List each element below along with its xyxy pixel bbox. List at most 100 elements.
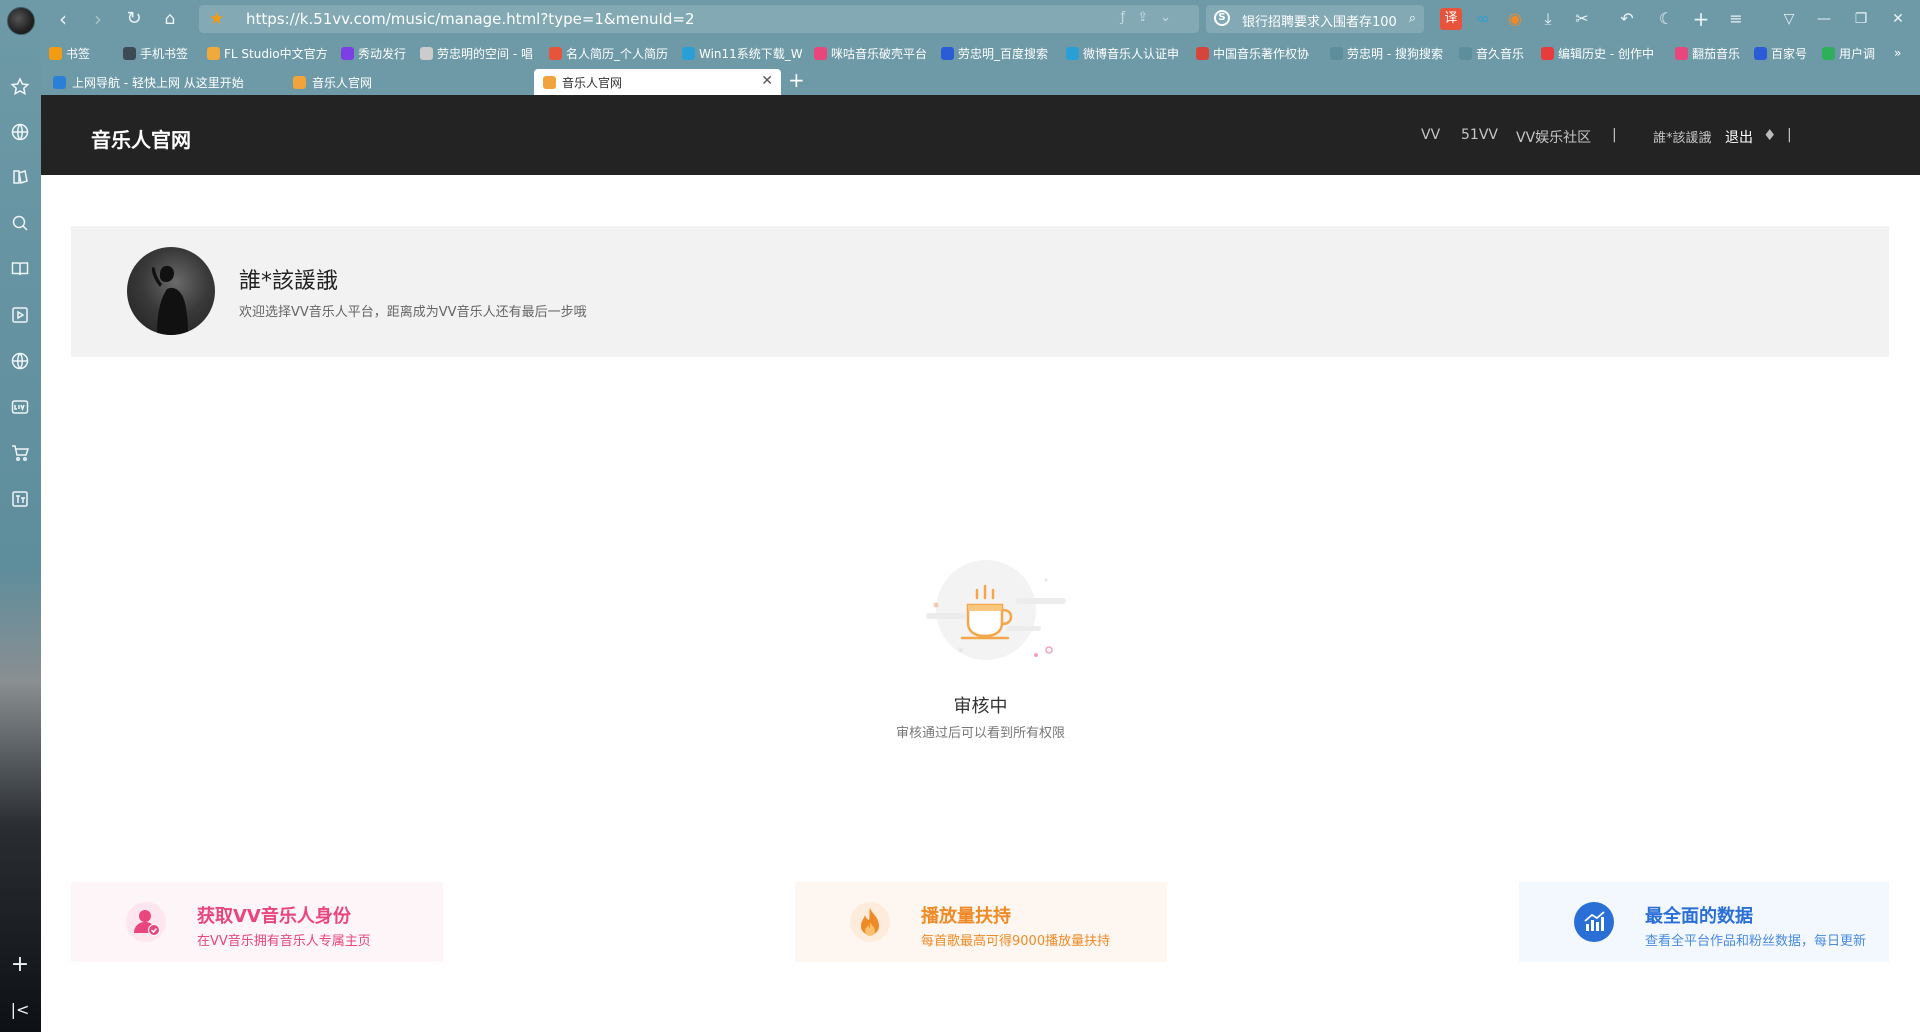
feature-title: 最全面的数据 xyxy=(1645,906,1753,927)
bookmark-label: 手机书签 xyxy=(140,46,189,61)
bookmark-favicon-icon xyxy=(814,46,827,60)
bookmark-label: 名人简历_个人简历 xyxy=(566,46,669,61)
bookmark-item[interactable]: 微博音乐人认证申 xyxy=(1066,44,1179,62)
url-text[interactable]: https://k.51vv.com/music/manage.html?typ… xyxy=(246,10,695,28)
add-icon[interactable]: + xyxy=(9,954,31,976)
back-icon[interactable]: ‹ xyxy=(50,6,76,32)
bookmark-item[interactable]: 用户调 xyxy=(1822,44,1875,62)
skin-icon[interactable]: ▽ xyxy=(1778,8,1800,30)
bookmark-favicon-icon xyxy=(207,46,220,60)
feature-subtitle: 每首歌最高可得9000播放量扶持 xyxy=(921,934,1111,949)
collapse-sidebar-icon[interactable]: |< xyxy=(9,999,31,1021)
minimize-icon[interactable]: — xyxy=(1813,8,1835,30)
nav-link-51vv[interactable]: 51VV xyxy=(1461,127,1498,143)
live-icon[interactable] xyxy=(9,397,31,419)
browser-user-avatar[interactable] xyxy=(7,7,35,35)
bookmark-item[interactable]: 音久音乐 xyxy=(1459,44,1524,62)
bookmark-item[interactable]: Win11系统下载_W xyxy=(682,44,803,62)
close-window-icon[interactable]: ✕ xyxy=(1887,8,1909,30)
browser-tab[interactable]: 音乐人官网 ✕ xyxy=(534,69,781,95)
address-bar[interactable]: ★ https://k.51vv.com/music/manage.html?t… xyxy=(199,5,1199,33)
search-text[interactable]: 银行招聘要求入围者存100 xyxy=(1242,11,1397,30)
game-controller-icon[interactable]: ◉ xyxy=(1504,8,1526,30)
video-icon[interactable] xyxy=(9,305,31,327)
download-icon[interactable]: ⤓ xyxy=(1537,8,1559,30)
forward-icon[interactable]: › xyxy=(85,6,111,32)
address-bar-tools-icon[interactable]: ƒ⇪⌄ xyxy=(1121,10,1183,25)
translate-icon[interactable]: 译 xyxy=(1440,8,1462,30)
feature-subtitle: 在VV音乐拥有音乐人专属主页 xyxy=(197,934,371,949)
globe-icon[interactable] xyxy=(9,122,31,144)
bookmark-favicon-icon xyxy=(1330,46,1343,60)
extension-icon[interactable]: ∞ xyxy=(1472,8,1494,30)
diamond-icon[interactable]: ♦ xyxy=(1763,126,1776,144)
star-icon[interactable] xyxy=(9,77,31,99)
nav-link-community[interactable]: VV娱乐社区 xyxy=(1516,127,1591,147)
scissors-icon[interactable]: ✂ xyxy=(1571,8,1593,30)
search-box[interactable]: S 银行招聘要求入围者存100 ⌕ xyxy=(1206,5,1424,33)
translate-icon[interactable] xyxy=(9,489,31,511)
bookmark-item[interactable]: 秀动发行 xyxy=(341,44,406,62)
night-mode-icon[interactable]: ☾ xyxy=(1655,8,1677,30)
user-badge-icon xyxy=(126,902,166,942)
header-username[interactable]: 誰*該諼誐 xyxy=(1653,127,1712,146)
cart-icon[interactable] xyxy=(9,443,31,465)
bookmark-favicon-icon xyxy=(49,46,62,60)
globe-icon[interactable] xyxy=(9,351,31,373)
status-subtitle: 审核通过后可以看到所有权限 xyxy=(895,726,1065,741)
nav-link-vv[interactable]: VV xyxy=(1421,127,1440,143)
menu-icon[interactable]: ≡ xyxy=(1725,8,1747,30)
bookmark-item[interactable]: 劳忠明_百度搜索 xyxy=(941,44,1048,62)
bookmark-label: 微博音乐人认证申 xyxy=(1083,46,1180,61)
bookmark-label: 翻茄音乐 xyxy=(1692,46,1741,61)
coffee-cup-icon xyxy=(906,550,1076,670)
bookmark-favicon-icon xyxy=(1066,46,1079,60)
bookmark-label: 书签 xyxy=(66,46,91,61)
browser-tab[interactable]: 音乐人官网 xyxy=(284,69,524,95)
feature-card-play-support[interactable]: 播放量扶持 每首歌最高可得9000播放量扶持 xyxy=(795,882,1167,962)
bookmark-favicon-icon xyxy=(1196,46,1209,60)
bookmark-item[interactable]: 劳忠明 - 搜狗搜索 xyxy=(1330,44,1443,62)
bookmark-item[interactable]: 书签 xyxy=(49,44,90,62)
search-engine-icon[interactable]: S xyxy=(1214,10,1230,26)
new-tab-button[interactable]: + xyxy=(788,70,805,90)
bookmark-label: 劳忠明_百度搜索 xyxy=(958,46,1049,61)
feature-card-identity[interactable]: 获取VV音乐人身份 在VV音乐拥有音乐人专属主页 xyxy=(71,882,443,962)
search-icon[interactable]: ⌕ xyxy=(1409,11,1416,26)
bookmark-favicon-icon xyxy=(1822,46,1835,60)
site-header: 音乐人官网 VV 51VV VV娱乐社区 | 誰*該諼誐 退出 ♦ | xyxy=(41,95,1920,175)
bookmark-item[interactable]: 名人简历_个人简历 xyxy=(549,44,668,62)
refresh-icon[interactable]: ↻ xyxy=(121,6,147,32)
bookmark-label: 百家号 xyxy=(1771,46,1808,61)
bookmark-item[interactable]: 翻茄音乐 xyxy=(1675,44,1740,62)
new-tab-icon[interactable]: + xyxy=(1690,8,1712,30)
bookmark-favicon-icon xyxy=(941,46,954,60)
bookmark-item[interactable]: 中国音乐著作权协 xyxy=(1196,44,1309,62)
bookmark-item[interactable]: 编辑历史 - 创作中 xyxy=(1541,44,1654,62)
bookmark-favicon-icon xyxy=(1541,46,1554,60)
logout-link[interactable]: 退出 xyxy=(1725,127,1753,147)
browser-tab[interactable]: 上网导航 - 轻快上网 从这里开始 xyxy=(44,69,284,95)
bookmark-favicon-icon xyxy=(549,46,562,60)
undo-icon[interactable]: ↶ xyxy=(1616,8,1638,30)
bookmark-item[interactable]: 劳忠明的空间 - 唱 xyxy=(420,44,533,62)
bookmark-label: 中国音乐著作权协 xyxy=(1213,46,1310,61)
site-title[interactable]: 音乐人官网 xyxy=(91,124,191,153)
bookmark-star-icon[interactable]: ★ xyxy=(209,9,224,29)
home-icon[interactable]: ⌂ xyxy=(157,6,183,32)
bookmark-favicon-icon xyxy=(1754,46,1767,60)
bookmark-favicon-icon xyxy=(420,46,433,60)
search-icon[interactable] xyxy=(9,213,31,235)
book-icon[interactable] xyxy=(9,259,31,281)
feature-card-data[interactable]: 最全面的数据 查看全平台作品和粉丝数据，每日更新 xyxy=(1519,882,1889,962)
bookmarks-overflow-icon[interactable]: » xyxy=(1894,44,1901,62)
profile-name: 誰*該諼誐 xyxy=(239,269,339,294)
bookmark-item[interactable]: 手机书签 xyxy=(123,44,188,62)
bookmark-item[interactable]: FL Studio中文官方 xyxy=(207,44,328,62)
bookmark-item[interactable]: 百家号 xyxy=(1754,44,1807,62)
bookmark-favicon-icon xyxy=(682,46,695,60)
restore-icon[interactable]: ❐ xyxy=(1850,8,1872,30)
bookmark-item[interactable]: 咪咕音乐破壳平台 xyxy=(814,44,927,62)
close-tab-icon[interactable]: ✕ xyxy=(761,73,773,89)
game-icon[interactable] xyxy=(9,167,31,189)
